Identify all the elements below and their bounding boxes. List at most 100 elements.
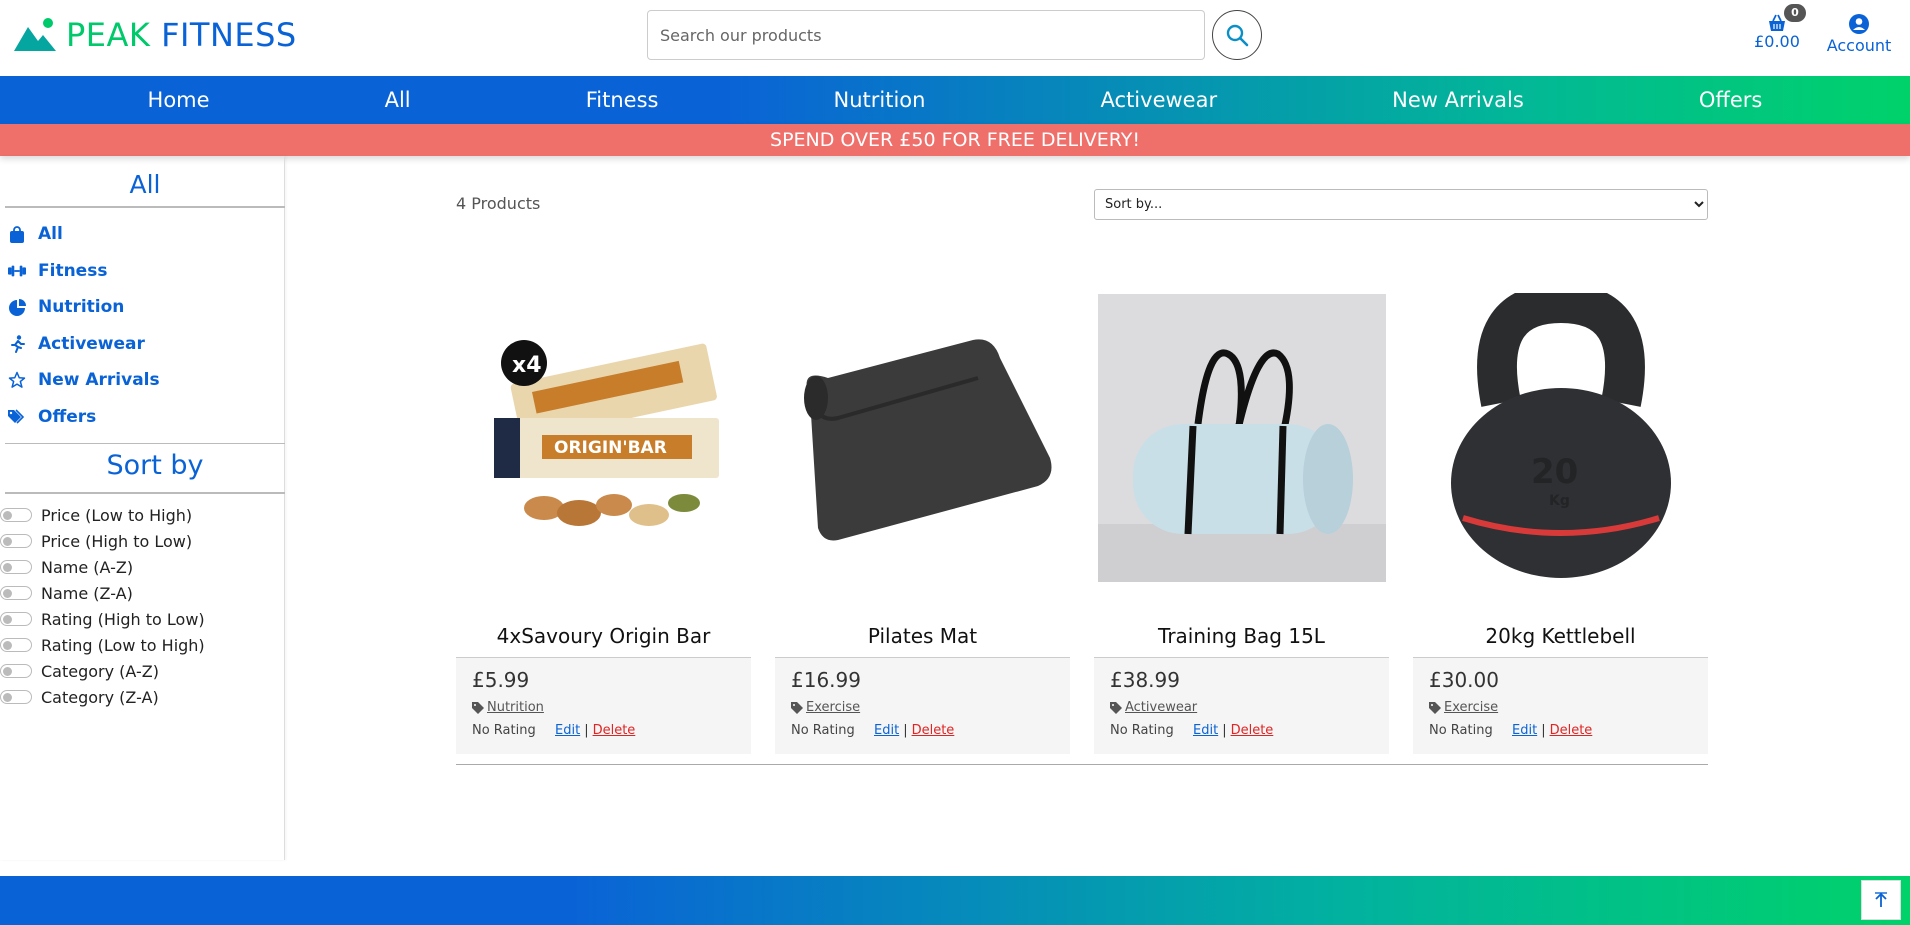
star-icon [8, 371, 26, 389]
sort-option-label: Price (High to Low) [41, 531, 193, 551]
site-header: PEAK FITNESS 0 £0.00 Account [0, 0, 1910, 76]
search-input[interactable] [647, 10, 1205, 60]
origin-bar-image: ORIGIN'BAR x4 [493, 340, 719, 526]
mountain-logo-icon [14, 18, 56, 51]
logo[interactable]: PEAK FITNESS [14, 16, 297, 54]
product-card: Training Bag 15L £38.99 Activewear No Ra… [1094, 282, 1389, 754]
product-image[interactable] [1094, 282, 1389, 594]
sort-options-list: Price (Low to High) Price (High to Low) … [0, 494, 284, 710]
product-price: £16.99 [791, 668, 861, 692]
sort-title: Sort by [5, 444, 285, 494]
sort-toggle[interactable] [0, 664, 32, 678]
product-info: £5.99 Nutrition No Rating Edit | Delete [456, 658, 751, 754]
search-button[interactable] [1212, 10, 1262, 60]
pie-chart-icon [8, 298, 26, 316]
edit-link[interactable]: Edit [1512, 723, 1537, 738]
product-price: £38.99 [1110, 668, 1180, 692]
separator: | [1222, 723, 1227, 738]
sidebar-item-nutrition[interactable]: Nutrition [8, 289, 284, 326]
back-to-top-button[interactable] [1861, 880, 1901, 920]
category-tag[interactable]: Nutrition [472, 700, 735, 715]
product-price: £5.99 [472, 668, 530, 692]
nav-activewear[interactable]: Activewear [1101, 88, 1218, 112]
sort-option[interactable]: Rating (High to Low) [0, 606, 284, 632]
kettlebell-image: 20 Kg [1450, 293, 1671, 578]
delete-link[interactable]: Delete [912, 723, 955, 738]
sort-option[interactable]: Price (High to Low) [0, 528, 284, 554]
edit-link[interactable]: Edit [1193, 723, 1218, 738]
basket-count-badge: 0 [1784, 4, 1806, 22]
sort-toggle[interactable] [0, 534, 32, 548]
product-image[interactable]: 20 Kg [1413, 282, 1708, 594]
separator: | [903, 723, 908, 738]
sort-toggle[interactable] [0, 586, 32, 600]
sort-option[interactable]: Name (A-Z) [0, 554, 284, 580]
category-label: Nutrition [487, 700, 544, 715]
svg-text:20: 20 [1531, 452, 1578, 492]
tag-icon [472, 701, 484, 714]
sort-option-label: Name (Z-A) [41, 583, 133, 603]
product-card: Pilates Mat £16.99 Exercise No Rating Ed… [775, 282, 1070, 754]
sort-option[interactable]: Name (Z-A) [0, 580, 284, 606]
sort-option-label: Rating (High to Low) [41, 609, 205, 629]
nav-nutrition[interactable]: Nutrition [834, 88, 926, 112]
sidebar-item-label: Fitness [38, 260, 108, 281]
nav-new-arrivals[interactable]: New Arrivals [1392, 88, 1524, 112]
edit-link[interactable]: Edit [874, 723, 899, 738]
product-info: £38.99 Activewear No Rating Edit | Delete [1094, 658, 1389, 754]
product-name[interactable]: 20kg Kettlebell [1413, 624, 1708, 658]
brand-name-part1: PEAK [66, 16, 151, 54]
dumbbell-icon [8, 262, 26, 280]
sort-select[interactable]: Sort by... [1094, 189, 1708, 220]
category-tag[interactable]: Exercise [1429, 700, 1692, 715]
sort-toggle[interactable] [0, 638, 32, 652]
sidebar-item-fitness[interactable]: Fitness [8, 253, 284, 290]
sidebar-item-offers[interactable]: Offers [8, 399, 284, 436]
sort-option[interactable]: Category (Z-A) [0, 684, 284, 710]
product-rating: No Rating [1429, 723, 1493, 738]
product-name[interactable]: Training Bag 15L [1094, 624, 1389, 658]
delete-link[interactable]: Delete [1231, 723, 1274, 738]
sort-toggle[interactable] [0, 508, 32, 522]
nav-offers[interactable]: Offers [1699, 88, 1763, 112]
sort-option[interactable]: Price (Low to High) [0, 502, 284, 528]
sort-toggle[interactable] [0, 560, 32, 574]
sort-toggle[interactable] [0, 690, 32, 704]
sidebar-item-new-arrivals[interactable]: New Arrivals [8, 362, 284, 399]
sort-toggle[interactable] [0, 612, 32, 626]
product-name[interactable]: Pilates Mat [775, 624, 1070, 658]
separator: | [584, 723, 589, 738]
category-tag[interactable]: Activewear [1110, 700, 1373, 715]
product-name[interactable]: 4xSavoury Origin Bar [456, 624, 751, 658]
nav-fitness[interactable]: Fitness [586, 88, 659, 112]
svg-text:x4: x4 [512, 353, 542, 378]
sort-option[interactable]: Category (A-Z) [0, 658, 284, 684]
nav-all[interactable]: All [385, 88, 411, 112]
category-list: All Fitness Nutrition Activewear New Arr… [0, 208, 284, 443]
search-icon [1226, 24, 1249, 47]
product-info: £16.99 Exercise No Rating Edit | Delete [775, 658, 1070, 754]
basket-button[interactable]: 0 £0.00 [1752, 4, 1806, 51]
product-image[interactable]: ORIGIN'BAR x4 [456, 282, 751, 594]
product-card: ORIGIN'BAR x4 4xSavoury Origin Bar £5.99… [456, 282, 751, 754]
product-count: 4 Products [456, 194, 541, 213]
arrow-up-icon [1875, 892, 1887, 907]
account-button[interactable]: Account [1824, 12, 1894, 55]
sidebar: All All Fitness Nutrition Activewear New… [0, 156, 285, 860]
sidebar-item-all[interactable]: All [8, 216, 284, 253]
delete-link[interactable]: Delete [1550, 723, 1593, 738]
category-tag[interactable]: Exercise [791, 700, 1054, 715]
delete-link[interactable]: Delete [593, 723, 636, 738]
sidebar-item-label: New Arrivals [38, 370, 160, 391]
product-image[interactable] [775, 282, 1070, 594]
svg-text:ORIGIN'BAR: ORIGIN'BAR [554, 438, 667, 458]
sort-option-label: Category (A-Z) [41, 661, 159, 681]
edit-link[interactable]: Edit [555, 723, 580, 738]
sort-option[interactable]: Rating (Low to High) [0, 632, 284, 658]
nav-home[interactable]: Home [148, 88, 210, 112]
category-label: Activewear [1125, 700, 1198, 715]
sidebar-item-activewear[interactable]: Activewear [8, 326, 284, 363]
separator: | [1541, 723, 1546, 738]
sort-option-label: Category (Z-A) [41, 687, 159, 707]
training-bag-image [1097, 294, 1386, 582]
